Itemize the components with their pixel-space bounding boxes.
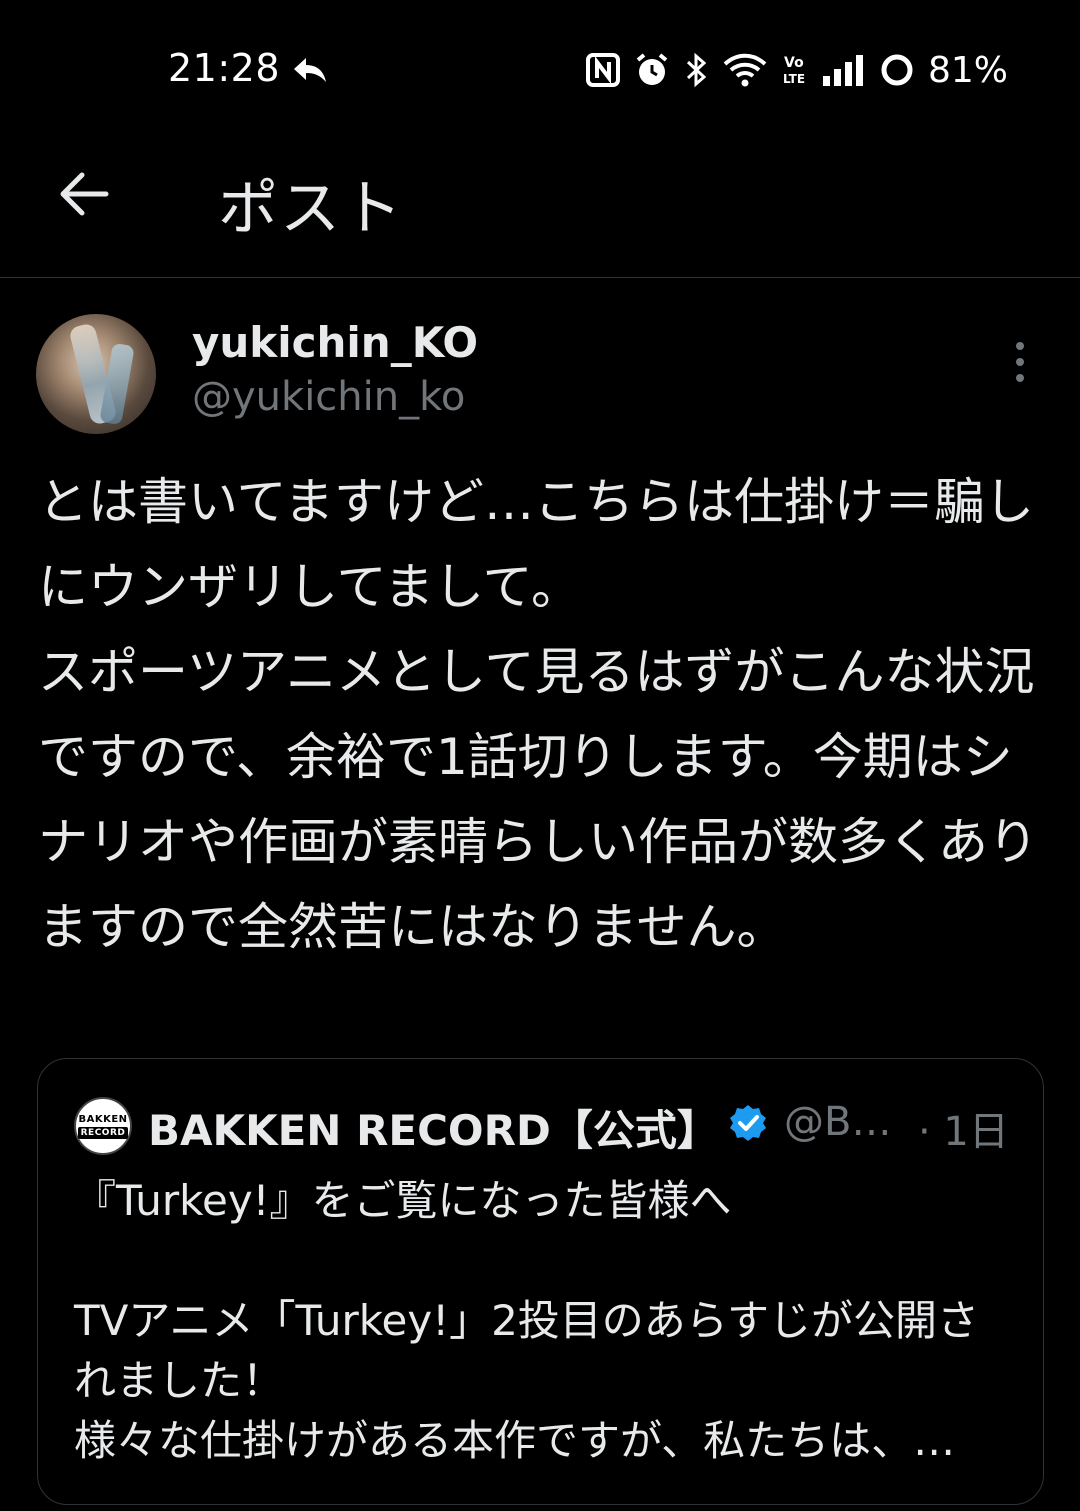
battery-icon [881,54,913,86]
status-icons: Vo LTE 81% [585,46,1008,94]
quoted-post-time: · 1日 [918,1109,1009,1155]
page-title: ポスト [218,174,404,244]
status-bar: 21:28 Vo LTE 81% [0,0,1080,140]
quoted-author-name: BAKKEN RECORD【公式】 [148,1106,719,1155]
alarm-icon [636,53,668,85]
avatar[interactable] [36,314,156,434]
quoted-author-avatar: BAKKEN RECORD [74,1097,132,1155]
arrow-left-icon[interactable] [52,162,116,226]
more-options-icon[interactable] [1004,340,1036,384]
volte-icon: Vo LTE [783,55,805,86]
quoted-post-text: 『Turkey!』をご覧になった皆様へ TVアニメ「Turkey!」2投目のあら… [74,1176,979,1465]
reply-arrow-icon [294,58,326,82]
wifi-icon [723,53,767,87]
quoted-post-card[interactable]: BAKKEN RECORD BAKKEN RECORD【公式】 @B… · 1日… [37,1058,1044,1505]
svg-text:Vo: Vo [784,55,804,71]
verified-badge-icon [730,1105,766,1141]
status-time: 21:28 [168,46,281,90]
svg-text:LTE: LTE [783,72,805,86]
author-handle[interactable]: @yukichin_ko [192,374,465,420]
quoted-avatar-text-top: BAKKEN [78,1113,128,1125]
signal-icon [822,55,863,86]
top-header: ポスト [0,140,1080,278]
nfc-icon [585,53,620,87]
bluetooth-icon [686,52,707,88]
quoted-avatar-text-bottom: RECORD [77,1126,129,1139]
author-display-name[interactable]: yukichin_KO [192,318,478,367]
post-body-text: とは書いてますけど…こちらは仕掛け＝騙しにウンザリしてまして。 スポーツアニメと… [38,473,1038,956]
battery-percent: 81% [927,49,1008,91]
quoted-author-handle: @B… [784,1099,892,1145]
